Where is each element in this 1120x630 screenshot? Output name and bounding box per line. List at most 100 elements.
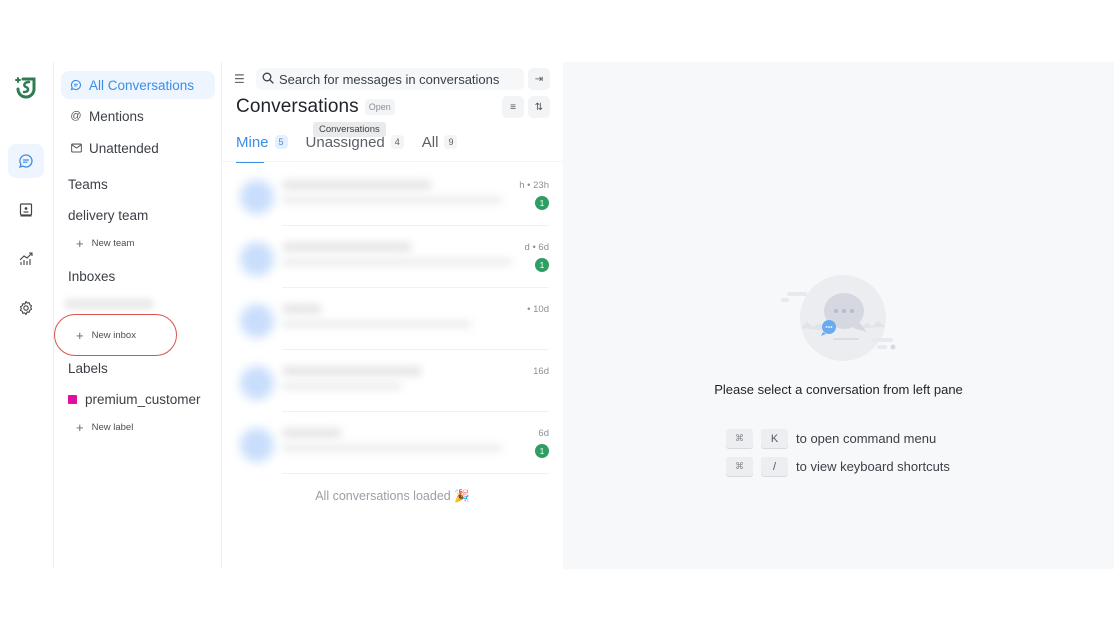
tab-count: 4 <box>390 135 404 149</box>
search-box[interactable] <box>256 68 524 90</box>
rail-settings-button[interactable] <box>8 291 44 325</box>
list-header: Conversations Open ≡ ⇅ <box>236 95 550 119</box>
command-key-icon: ⌘ <box>726 429 753 448</box>
tab-count: 5 <box>274 135 288 149</box>
sort-button[interactable]: ⇅ <box>528 96 550 118</box>
conversation-row[interactable]: • 10d <box>222 288 563 350</box>
tab-label: All <box>421 133 439 151</box>
timestamp: • 10d <box>527 304 549 315</box>
message-preview-blurred <box>282 382 402 390</box>
all-loaded-message: All conversations loaded 🎉 <box>315 489 470 503</box>
avatar <box>240 304 274 338</box>
tab-label: Mine <box>236 133 269 151</box>
conversation-row[interactable]: 16d <box>222 350 563 412</box>
label-color-swatch <box>68 395 77 404</box>
tab-count: 9 <box>444 135 458 149</box>
sidebar-item-label: All Conversations <box>89 77 195 93</box>
command-key-icon: ⌘ <box>726 457 753 476</box>
unread-count-badge: 1 <box>535 196 549 210</box>
timestamp: h • 23h <box>519 180 549 191</box>
conversation-row[interactable]: d • 6d 1 <box>222 226 563 288</box>
list-toolbar: ☰ ⇥ <box>234 68 550 90</box>
sidebar-item-all-conversations[interactable]: All Conversations <box>61 71 215 99</box>
inboxes-section-title: Inboxes <box>68 269 116 284</box>
message-preview-blurred <box>282 196 502 204</box>
avatar <box>240 242 274 276</box>
status-filter-badge[interactable]: Open <box>364 99 395 115</box>
conversation-detail-pane: Please select a conversation from left p… <box>563 62 1114 569</box>
labels-section-title: Labels <box>68 361 108 376</box>
message-preview-blurred <box>282 444 502 452</box>
plus-icon: + <box>76 236 84 251</box>
label-name: premium_customer <box>85 392 201 407</box>
sort-arrows-icon: ⇅ <box>534 101 544 113</box>
shortcut-key: K <box>761 429 788 448</box>
page-title: Conversations <box>236 96 359 117</box>
new-label-label: New label <box>91 422 134 433</box>
rail-reports-button[interactable] <box>8 242 44 276</box>
rail-conversations-button[interactable] <box>8 144 44 178</box>
new-team-label: New team <box>91 238 135 249</box>
conversation-row[interactable]: 6d 1 <box>222 412 563 474</box>
sidebar-item-unattended[interactable]: Unattended <box>61 134 215 162</box>
avatar <box>240 366 274 400</box>
unread-count-badge: 1 <box>535 444 549 458</box>
tab-mine[interactable]: Mine 5 <box>236 130 288 163</box>
unread-count-badge: 1 <box>535 258 549 272</box>
conversation-row[interactable]: h • 23h 1 <box>222 164 563 226</box>
reports-chart-icon <box>19 252 33 265</box>
hamburger-menu-icon[interactable]: ☰ <box>234 72 248 86</box>
shortcut-command-menu: ⌘ K to open command menu <box>726 429 936 448</box>
search-icon <box>262 72 274 87</box>
collapse-panel-button[interactable]: ⇥ <box>528 68 550 90</box>
tab-all[interactable]: All 9 <box>422 130 458 154</box>
sidebar-item-label: Mentions <box>89 108 144 124</box>
plus-icon: + <box>76 420 84 435</box>
sidebar-item-team[interactable]: delivery team <box>68 208 148 223</box>
timestamp: 6d <box>538 428 549 439</box>
tabs-divider <box>222 161 563 162</box>
avatar <box>240 428 274 462</box>
contact-name-blurred <box>282 304 322 314</box>
contact-name-blurred <box>282 366 422 376</box>
rail-contacts-button[interactable] <box>8 193 44 227</box>
app-logo[interactable] <box>12 74 40 102</box>
shortcut-keyboard-shortcuts: ⌘ / to view keyboard shortcuts <box>726 457 950 476</box>
search-input[interactable] <box>279 71 519 87</box>
sidebar-item-inbox-blurred[interactable] <box>64 298 154 310</box>
conversation-list-panel: ☰ ⇥ Conversations Open ≡ ⇅ Conversations <box>222 62 563 569</box>
timestamp: d • 6d <box>524 242 549 253</box>
avatar <box>240 180 274 214</box>
new-inbox-label: New inbox <box>91 330 136 341</box>
app-window: All Conversations @ Mentions Unattended … <box>0 62 1114 569</box>
chat-bubble-icon <box>18 154 33 169</box>
settings-gear-icon <box>19 300 33 316</box>
message-preview-blurred <box>282 258 512 266</box>
secondary-sidebar: All Conversations @ Mentions Unattended … <box>54 62 222 569</box>
timestamp: 16d <box>533 366 549 377</box>
contact-name-blurred <box>282 428 342 438</box>
sidebar-item-label-premium[interactable]: premium_customer <box>68 392 201 407</box>
new-team-button[interactable]: + New team <box>76 237 134 250</box>
row-divider <box>282 473 549 474</box>
new-label-button[interactable]: + New label <box>76 421 133 434</box>
contact-name-blurred <box>282 180 432 190</box>
sidebar-item-mentions[interactable]: @ Mentions <box>61 102 215 130</box>
empty-state-message: Please select a conversation from left p… <box>714 382 963 397</box>
filter-button[interactable]: ≡ <box>502 96 524 118</box>
empty-state-illustration <box>781 275 896 361</box>
tooltip: Conversations <box>313 122 386 137</box>
new-inbox-button[interactable]: + New inbox <box>76 329 136 342</box>
shortcut-description: to view keyboard shortcuts <box>796 459 950 474</box>
teams-section-title: Teams <box>68 177 108 192</box>
message-preview-blurred <box>282 320 472 328</box>
arrow-to-right-icon: ⇥ <box>534 73 544 85</box>
contact-book-icon <box>19 203 33 217</box>
chat-bubble-icon <box>69 79 83 91</box>
sidebar-item-label: Unattended <box>89 140 159 156</box>
shortcut-description: to open command menu <box>796 431 937 446</box>
plus-icon: + <box>76 328 84 343</box>
filter-icon: ≡ <box>510 101 516 113</box>
primary-nav-rail <box>0 62 54 569</box>
contact-name-blurred <box>282 242 412 252</box>
